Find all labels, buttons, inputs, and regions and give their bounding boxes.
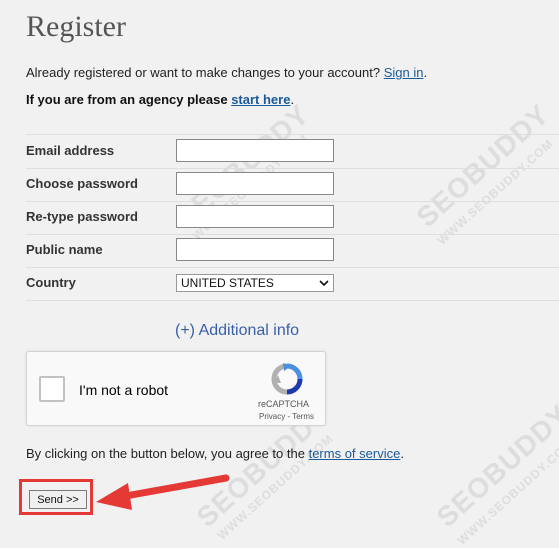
sign-in-prompt: Already registered or want to make chang… xyxy=(26,65,427,80)
country-value: UNITED STATES xyxy=(181,276,274,290)
recaptcha-brand: reCAPTCHA xyxy=(258,399,310,409)
chevron-down-icon xyxy=(319,280,329,287)
retype-password-label: Re-type password xyxy=(26,209,138,224)
email-field[interactable] xyxy=(176,139,334,162)
start-here-link[interactable]: start here xyxy=(231,92,290,107)
recaptcha-label: I'm not a robot xyxy=(79,382,169,398)
period: . xyxy=(290,92,295,107)
additional-info-toggle[interactable]: (+) Additional info xyxy=(175,322,299,340)
agency-prompt: If you are from an agency please start h… xyxy=(26,92,294,107)
sign-in-link[interactable]: Sign in xyxy=(384,65,424,80)
agreement-text: By clicking on the button below, you agr… xyxy=(26,446,404,461)
period: . xyxy=(400,446,404,461)
form-row-retype-password: Re-type password xyxy=(26,201,559,234)
recaptcha-widget: I'm not a robot reCAPTCHA Privacy - Term… xyxy=(26,351,326,426)
public-name-label: Public name xyxy=(26,242,103,257)
divider xyxy=(26,300,559,301)
period: . xyxy=(423,65,428,80)
arrow-annotation-icon xyxy=(96,474,230,510)
form-row-country: Country UNITED STATES xyxy=(26,267,559,300)
retype-password-field[interactable] xyxy=(176,205,334,228)
watermark: SEOBUDDY xyxy=(430,398,559,533)
form-row-password: Choose password xyxy=(26,168,559,201)
recaptcha-links: Privacy - Terms xyxy=(259,412,314,421)
email-label: Email address xyxy=(26,143,115,158)
form-row-email: Email address xyxy=(26,135,559,168)
password-label: Choose password xyxy=(26,176,138,191)
agreement-prefix: By clicking on the button below, you agr… xyxy=(26,446,309,461)
page-title: Register xyxy=(26,10,126,43)
watermark-url: WWW.SEOBUDDY.COM xyxy=(454,436,559,548)
recaptcha-logo-icon xyxy=(271,363,303,395)
country-label: Country xyxy=(26,275,76,290)
sign-in-prompt-text: Already registered or want to make chang… xyxy=(26,65,384,80)
recaptcha-privacy-link[interactable]: Privacy xyxy=(259,412,285,421)
agency-prompt-text: If you are from an agency please xyxy=(26,92,232,107)
recaptcha-terms-link[interactable]: Terms xyxy=(292,412,314,421)
terms-of-service-link[interactable]: terms of service xyxy=(309,446,401,461)
public-name-field[interactable] xyxy=(176,238,334,261)
form-row-public-name: Public name xyxy=(26,234,559,267)
recaptcha-checkbox[interactable] xyxy=(39,376,65,402)
password-field[interactable] xyxy=(176,172,334,195)
country-select[interactable]: UNITED STATES xyxy=(176,274,334,292)
send-button[interactable]: Send >> xyxy=(29,490,87,509)
send-button-highlight: Send >> xyxy=(19,479,93,515)
